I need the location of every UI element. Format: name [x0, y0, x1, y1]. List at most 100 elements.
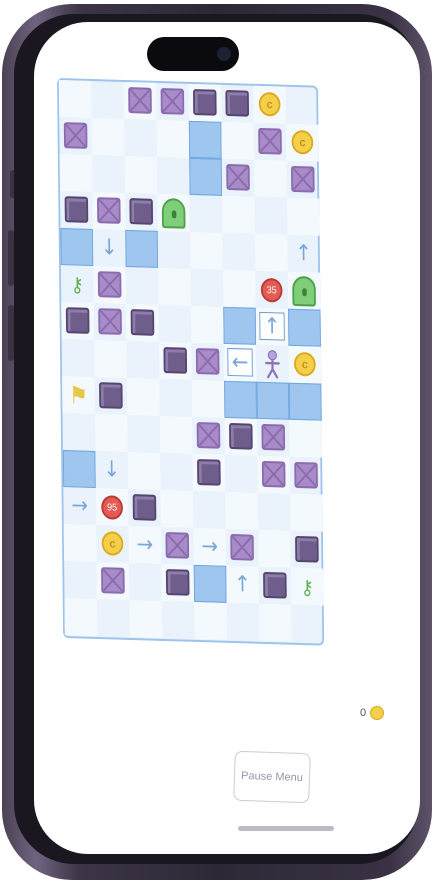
- sliding-panel: [224, 380, 257, 419]
- floor-tile: [159, 415, 193, 454]
- floor-tile: [190, 305, 224, 344]
- wall-block: [129, 198, 154, 225]
- floor-tile: [254, 233, 288, 272]
- coin-counter: 0: [360, 706, 385, 720]
- goal-flag-icon: ⚑: [68, 380, 89, 410]
- floor-tile: [258, 529, 291, 568]
- game-board[interactable]: c c ↓ ↑ ⚷ 35 ↑ ← c ⚑ ↓ → 95 c → → ↑ ⚷: [57, 78, 325, 646]
- wall-block: [229, 422, 253, 450]
- crate-tile: [97, 271, 122, 298]
- coin-icon: c: [293, 351, 316, 377]
- crate-tile: [294, 461, 318, 489]
- floor-tile: [126, 377, 160, 416]
- floor-tile: [94, 340, 127, 378]
- wall-block: [192, 89, 217, 116]
- key-icon: ⚷: [70, 271, 84, 297]
- crate-tile: [258, 127, 282, 155]
- crate-tile: [165, 532, 190, 559]
- floor-tile: [94, 414, 128, 452]
- player-character-icon[interactable]: [256, 345, 289, 383]
- crate-tile: [96, 197, 121, 224]
- coin-icon: c: [101, 531, 124, 556]
- crate-tile: [261, 423, 286, 451]
- sliding-panel: [256, 381, 290, 420]
- floor-tile: [124, 155, 158, 194]
- floor-tile: [289, 419, 323, 458]
- arrow-right-icon: →: [201, 534, 219, 560]
- sliding-panel: [193, 564, 227, 603]
- arrow-left-icon: ←: [227, 347, 253, 377]
- coin-count: 0: [360, 707, 367, 719]
- floor-tile: [63, 524, 97, 563]
- wall-block: [263, 571, 287, 599]
- floor-tile: [194, 601, 227, 640]
- floor-tile: [290, 493, 323, 532]
- bomb-icon: 95: [101, 495, 124, 520]
- home-indicator: [238, 826, 334, 831]
- crate-tile: [261, 460, 286, 488]
- crate-tile: [160, 88, 185, 115]
- coin-icon: [370, 706, 385, 720]
- crate-tile: [101, 567, 125, 594]
- floor-tile: [222, 195, 255, 234]
- dynamic-island: [147, 37, 239, 71]
- sliding-panel: [125, 229, 159, 268]
- wall-block: [163, 347, 188, 374]
- crate-tile: [196, 422, 221, 449]
- arrow-down-icon: ↓: [103, 457, 121, 483]
- arrow-up-icon: ↑: [234, 572, 251, 598]
- floor-tile: [59, 154, 93, 193]
- coin-icon: c: [258, 91, 281, 117]
- crate-tile: [195, 348, 220, 375]
- wall-block: [197, 459, 221, 486]
- floor-tile: [286, 197, 320, 236]
- floor-tile: [158, 267, 191, 306]
- key-icon: ⚷: [300, 574, 315, 599]
- crate-tile: [98, 308, 122, 335]
- coin-icon: c: [291, 129, 314, 155]
- floor-tile: [221, 121, 255, 160]
- arrow-up-icon: ↑: [295, 240, 313, 267]
- sliding-panel: [189, 157, 223, 196]
- floor-tile: [156, 119, 190, 158]
- crate-tile: [230, 533, 254, 561]
- crate-tile: [63, 122, 88, 149]
- wall-block: [130, 309, 155, 336]
- arrow-down-icon: ↓: [100, 235, 118, 261]
- front-camera-icon: [217, 47, 231, 61]
- crate-tile: [290, 165, 315, 193]
- wall-block: [132, 494, 157, 521]
- bomb-icon: 35: [260, 277, 283, 303]
- locked-door-icon: [292, 275, 316, 307]
- floor-tile: [64, 598, 98, 637]
- arrow-right-icon: →: [71, 493, 89, 519]
- sliding-panel: [62, 450, 96, 489]
- crate-tile: [128, 87, 152, 114]
- sliding-panel: [288, 308, 321, 347]
- floor-tile: [190, 231, 223, 270]
- floor-tile: [58, 80, 92, 119]
- floor-tile: [191, 379, 225, 418]
- floor-tile: [222, 269, 256, 308]
- floor-tile: [129, 599, 163, 638]
- wall-block: [64, 196, 89, 223]
- arrow-up-icon: ↑: [259, 311, 285, 341]
- sliding-panel: [60, 228, 94, 267]
- locked-door-icon: [161, 198, 186, 229]
- crate-tile: [226, 163, 250, 191]
- wall-block: [65, 307, 90, 334]
- floor-tile: [91, 118, 125, 156]
- sliding-panel: [288, 382, 322, 421]
- arrow-right-icon: →: [136, 532, 154, 558]
- floor-tile: [254, 159, 287, 198]
- wall-block: [295, 535, 319, 563]
- floor-tile: [160, 489, 194, 528]
- floor-tile: [127, 451, 161, 490]
- wall-block: [225, 89, 250, 117]
- device-scene: c c ↓ ↑ ⚷ 35 ↑ ← c ⚑ ↓ → 95 c → → ↑ ⚷ 0 Pause Menu: [0, 0, 435, 883]
- sliding-panel: [223, 306, 257, 345]
- wall-block: [99, 382, 123, 409]
- sliding-panel: [188, 120, 222, 159]
- wall-block: [165, 569, 190, 596]
- pause-menu-button[interactable]: Pause Menu: [233, 750, 311, 804]
